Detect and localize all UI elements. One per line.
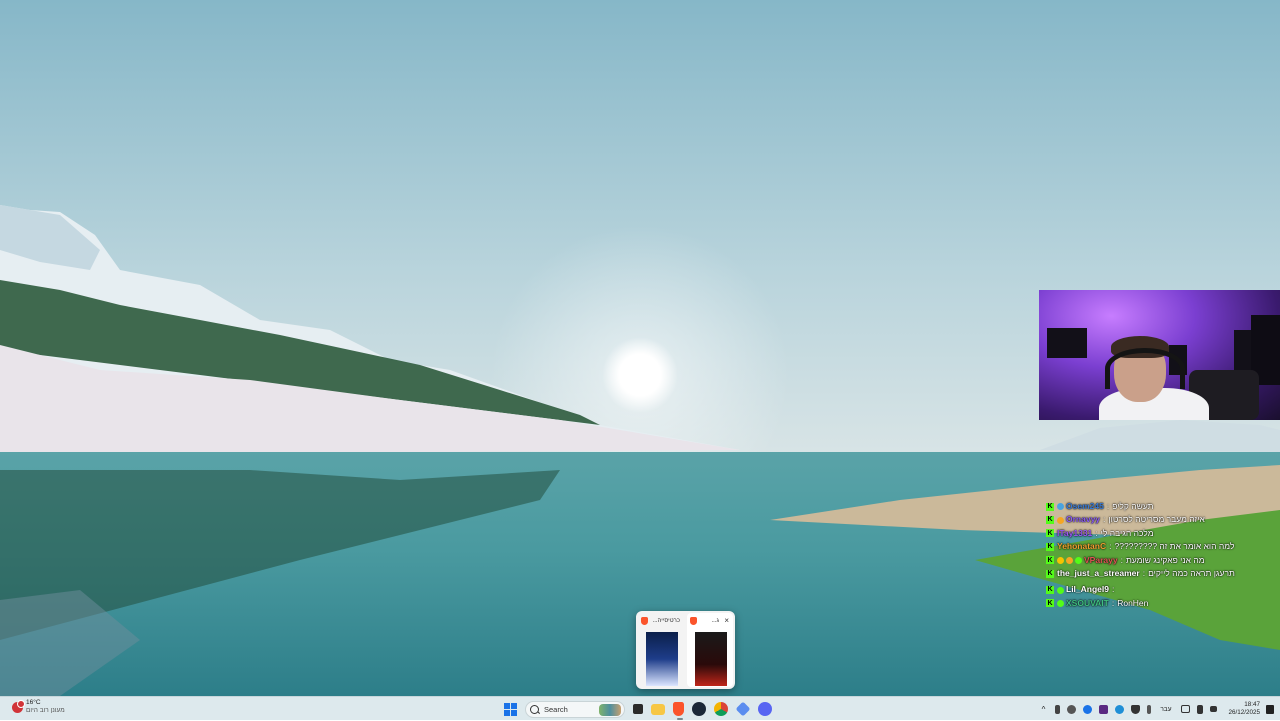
search-highlight-image bbox=[599, 703, 621, 716]
weather-icon bbox=[12, 699, 25, 713]
microphone-icon[interactable] bbox=[1146, 704, 1151, 714]
file-explorer-icon[interactable] bbox=[651, 703, 665, 715]
chat-username: ITay1331 bbox=[1057, 527, 1093, 538]
taskbar: 16°C מעונן רוב היום Search ^ עבר 18:47 2… bbox=[0, 696, 1280, 720]
chat-separator: : bbox=[1103, 514, 1106, 525]
chat-badge-icon bbox=[1075, 556, 1082, 564]
battery-icon[interactable] bbox=[1209, 706, 1217, 712]
browser-tab-preview[interactable]: כרטיסייה... ג... × bbox=[636, 611, 735, 689]
tab-preview-image bbox=[646, 632, 678, 686]
kick-platform-icon: K bbox=[1046, 556, 1054, 565]
chat-badge-icon bbox=[1057, 556, 1064, 564]
chat-separator: : bbox=[1111, 584, 1115, 595]
chat-username: Osem245 bbox=[1066, 501, 1104, 511]
system-tray: ^ עבר 18:47 26/12/2025 bbox=[1036, 697, 1280, 721]
task-view-icon[interactable] bbox=[633, 704, 643, 714]
tab-title: ג... bbox=[711, 618, 719, 624]
chat-message: K Lil_Angel9: bbox=[1046, 583, 1278, 596]
tab-thumbnail[interactable]: ג... × bbox=[687, 613, 733, 687]
chat-text: תעשה קליפ bbox=[1112, 501, 1154, 511]
search-icon bbox=[530, 704, 539, 714]
show-hidden-icons-chevron-icon[interactable]: ^ bbox=[1042, 705, 1046, 714]
webcam-overlay bbox=[1039, 290, 1280, 420]
chat-separator: : bbox=[1109, 541, 1112, 552]
chat-text: איזה מעבר מסריטה לסרטון bbox=[1108, 514, 1205, 525]
chat-message: Kthe_just_a_streamer: תרעגן תראה כמה לייק… bbox=[1046, 567, 1278, 580]
chat-text: למה הוא אומר את זה ????????? bbox=[1114, 541, 1235, 552]
chat-badge-icon bbox=[1057, 503, 1064, 511]
brave-browser-icon[interactable] bbox=[673, 702, 684, 720]
vpn-icon[interactable] bbox=[735, 701, 751, 717]
chat-text: מה אני פאקינג שומעת bbox=[1125, 554, 1205, 565]
chat-separator: : bbox=[1106, 501, 1110, 511]
edge-icon[interactable] bbox=[1114, 704, 1124, 714]
chat-badge-icon bbox=[1057, 516, 1064, 524]
chat-message: K Osem245: תעשה קליפ bbox=[1046, 500, 1278, 513]
chat-badge-icon bbox=[1057, 599, 1064, 607]
settings-icon[interactable] bbox=[1066, 704, 1076, 714]
chat-username: Lil_Angel9 bbox=[1066, 584, 1109, 595]
bluetooth-icon[interactable] bbox=[1054, 704, 1060, 714]
tab-thumbnail[interactable]: כרטיסייה... bbox=[638, 613, 684, 687]
taskbar-apps: Search bbox=[500, 700, 776, 720]
search-label: Search bbox=[544, 704, 568, 714]
chat-separator: : bbox=[1120, 554, 1123, 565]
chat-separator: : bbox=[1142, 567, 1146, 578]
close-icon[interactable]: × bbox=[724, 616, 729, 625]
kick-platform-icon: K bbox=[1046, 542, 1054, 551]
brave-icon bbox=[641, 617, 648, 625]
notification-bell-icon[interactable] bbox=[1266, 704, 1274, 714]
chat-text: מלכה הגיבה לי bbox=[1100, 527, 1154, 538]
chat-separator: : bbox=[1111, 597, 1115, 608]
chat-text: RonHen bbox=[1117, 597, 1149, 608]
search-input[interactable]: Search bbox=[525, 700, 625, 718]
chat-username: the_just_a_streamer bbox=[1057, 567, 1140, 578]
windows-start-icon[interactable] bbox=[504, 702, 517, 716]
shield-icon[interactable] bbox=[1130, 704, 1140, 714]
weather-widget[interactable]: 16°C מעונן רוב היום bbox=[12, 699, 65, 715]
kick-platform-icon: K bbox=[1046, 586, 1054, 595]
kick-platform-icon: K bbox=[1046, 569, 1054, 578]
brave-icon bbox=[690, 617, 697, 625]
chat-overlay: K Osem245: תעשה קליפ K Ornavyy: איזה מעבר מסר… bbox=[1046, 500, 1278, 610]
kick-platform-icon: K bbox=[1046, 599, 1054, 608]
chat-separator: : bbox=[1095, 527, 1098, 538]
weather-description: מעונן רוב היום bbox=[26, 707, 65, 714]
chat-message: K Ornavyy: איזה מעבר מסריטה לסרטון bbox=[1046, 513, 1278, 526]
chat-username: VParayy bbox=[1084, 554, 1118, 565]
tab-title: כרטיסייה... bbox=[652, 618, 680, 624]
chat-message: K VParayy: מה אני פאקינג שומעת bbox=[1046, 554, 1278, 567]
tab-preview-image bbox=[695, 632, 727, 686]
steam-icon[interactable] bbox=[692, 702, 706, 716]
chat-username: Ornavyy bbox=[1066, 514, 1101, 525]
chat-message: K ITay1331: מלכה הגיבה לי bbox=[1046, 527, 1278, 540]
clock[interactable]: 18:47 26/12/2025 bbox=[1228, 701, 1260, 717]
chat-username: XSOUVAIT bbox=[1066, 597, 1109, 608]
chat-badge-icon bbox=[1066, 556, 1073, 564]
network-icon[interactable] bbox=[1180, 705, 1190, 713]
chrome-icon[interactable] bbox=[714, 702, 728, 716]
clock-time: 18:47 bbox=[1244, 701, 1260, 708]
language-indicator[interactable]: עבר bbox=[1160, 706, 1171, 713]
discord-icon[interactable] bbox=[758, 702, 772, 716]
kick-platform-icon: K bbox=[1046, 529, 1054, 538]
notion-icon[interactable] bbox=[1098, 704, 1108, 714]
chat-message: K XSOUVAIT: RonHen bbox=[1046, 597, 1278, 610]
kick-platform-icon: K bbox=[1046, 516, 1054, 525]
desktop: K Osem245: תעשה קליפ K Ornavyy: איזה מעבר מסר… bbox=[0, 0, 1280, 696]
chat-badge-icon bbox=[1057, 586, 1064, 594]
chat-text: תרעגן תראה כמה לייקים bbox=[1148, 567, 1235, 578]
weather-temperature: 16°C bbox=[26, 699, 41, 706]
app-tray-icon[interactable] bbox=[1082, 704, 1092, 714]
chat-message: K YehonatanC: למה הוא אומר את זה ????????? bbox=[1046, 540, 1278, 553]
clock-date: 26/12/2025 bbox=[1228, 709, 1260, 716]
chat-username: YehonatanC bbox=[1057, 541, 1107, 552]
volume-icon[interactable] bbox=[1196, 704, 1203, 714]
kick-platform-icon: K bbox=[1046, 502, 1054, 511]
